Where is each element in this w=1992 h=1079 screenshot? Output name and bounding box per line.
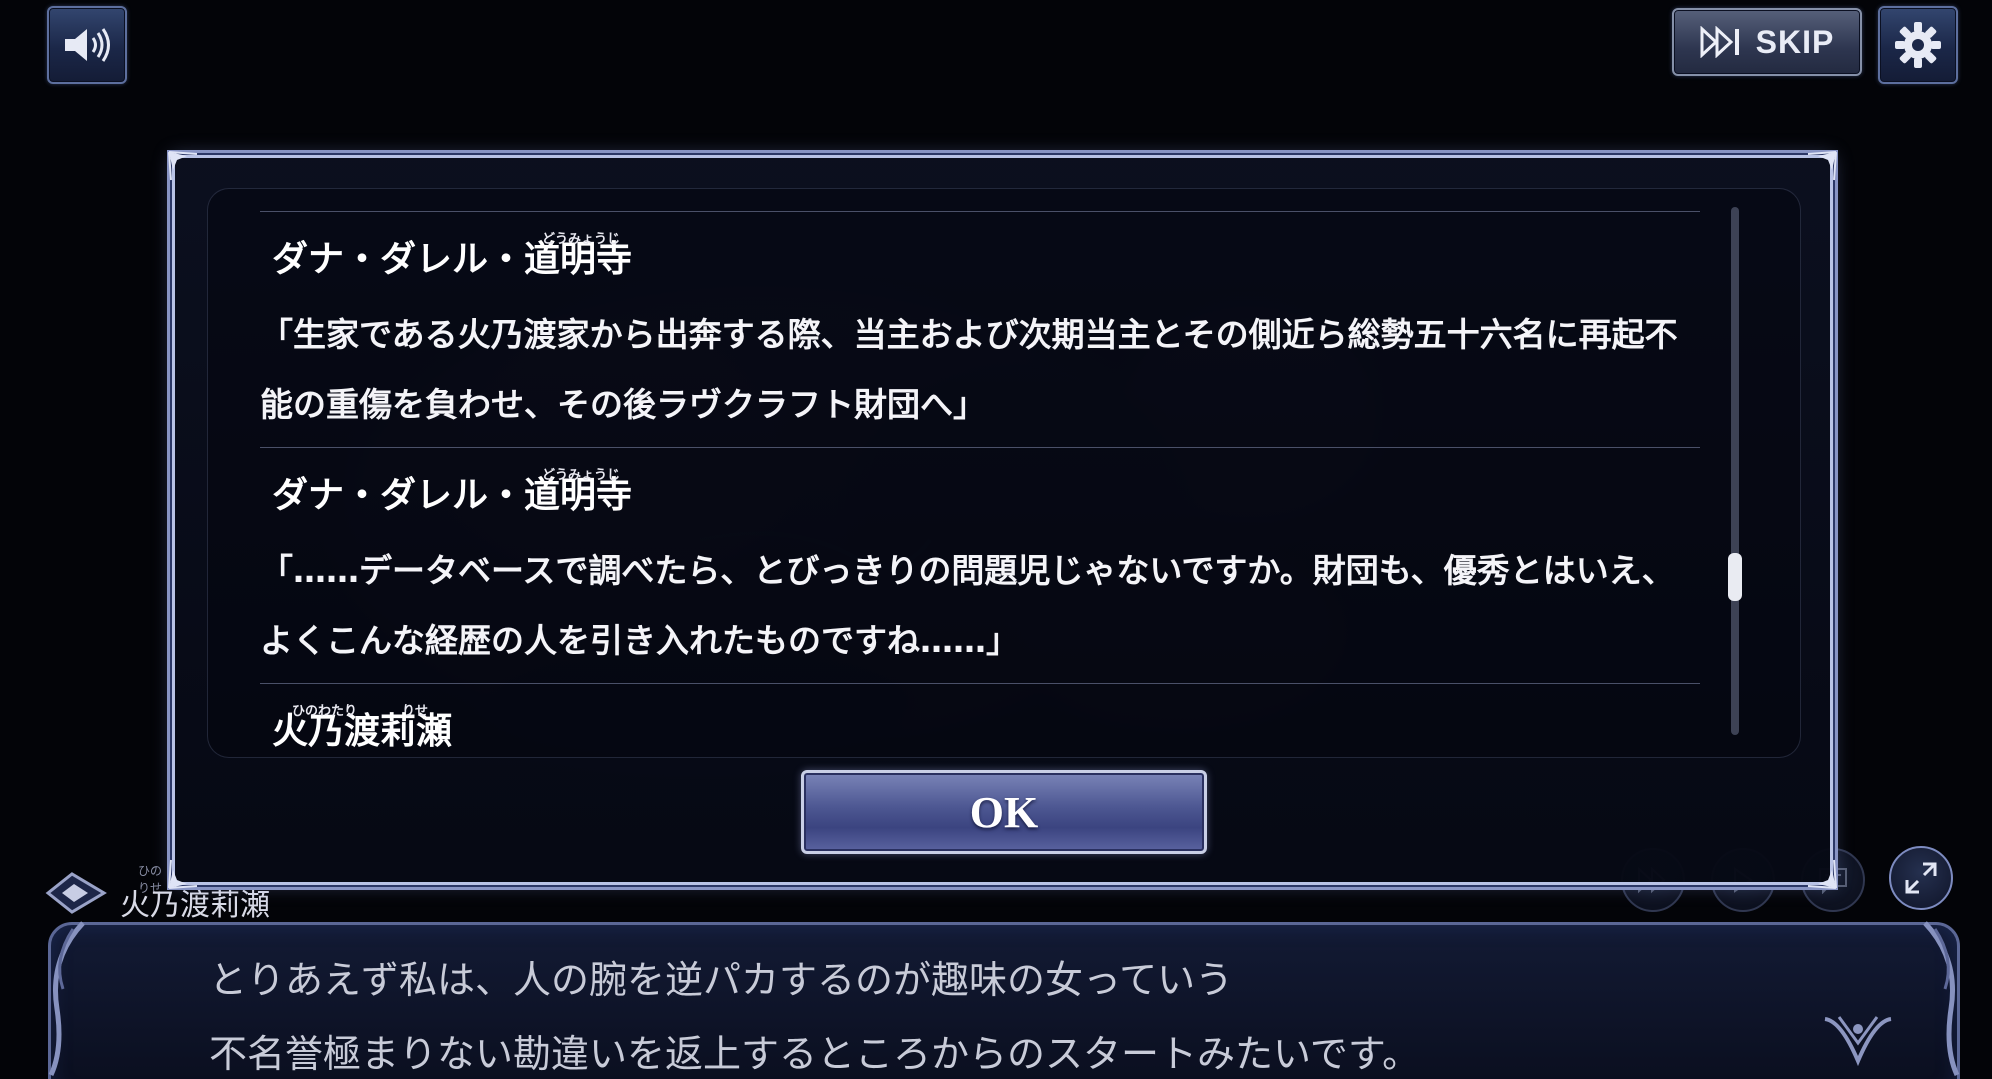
corner-ornament-icon (168, 151, 198, 181)
backlog-speaker: どうみょうじ ダナ・ダレル・道明寺 (272, 466, 632, 518)
backlog-entry: ひのわたり りせ 火乃渡莉瀬 (260, 683, 1700, 752)
backlog-text: 「生家である火乃渡家から出奔する際、当主および次期当主とその側近ら総勢五十六名に… (260, 315, 1678, 424)
fast-forward-icon (1700, 26, 1739, 58)
dialogue-line-1: とりあえず私は、人の腕を逆パカするのが趣味の女っていう (209, 958, 1234, 1002)
settings-button[interactable] (1878, 6, 1958, 84)
skip-label: SKIP (1755, 23, 1835, 60)
backlog-speaker: ひのわたり りせ 火乃渡莉瀬 (272, 702, 452, 754)
ok-button[interactable]: OK (801, 770, 1207, 854)
backlog-text: 「……データベースで調べたら、とびっきりの問題児じゃないですか。財団も、優秀とは… (260, 551, 1675, 660)
speaker-ruby: どうみょうじ (542, 232, 621, 247)
speaker-volume-icon (65, 28, 110, 62)
fullscreen-button[interactable] (1889, 846, 1953, 910)
gear-icon (1895, 22, 1941, 68)
corner-ornament-icon (1807, 151, 1837, 181)
speaker-ruby: りせ (402, 704, 429, 719)
corner-ornament-icon (1807, 859, 1837, 889)
backlog-modal: どうみょうじ ダナ・ダレル・道明寺 「生家である火乃渡家から出奔する際、当主およ… (168, 151, 1837, 889)
expand-icon (1905, 862, 1937, 894)
backlog-entry: どうみょうじ ダナ・ダレル・道明寺 「……データベースで調べたら、とびっきりの問… (260, 447, 1700, 683)
backlog-scrollbar[interactable] (1728, 207, 1742, 735)
backlog-scrollbar-thumb[interactable] (1728, 553, 1742, 601)
frame-ornament-left-icon (48, 921, 85, 1077)
backlog-panel[interactable]: どうみょうじ ダナ・ダレル・道明寺 「生家である火乃渡家から出奔する際、当主およ… (207, 188, 1801, 758)
skip-button[interactable]: SKIP (1672, 8, 1862, 76)
emblem-icon (1824, 1016, 1892, 1067)
volume-button[interactable] (47, 6, 127, 84)
backlog-list[interactable]: どうみょうじ ダナ・ダレル・道明寺 「生家である火乃渡家から出奔する際、当主およ… (260, 211, 1700, 752)
backlog-entry: どうみょうじ ダナ・ダレル・道明寺 「生家である火乃渡家から出奔する際、当主およ… (260, 211, 1700, 447)
dialogue-box[interactable]: とりあえず私は、人の腕を逆パカするのが趣味の女っていう 不名誉極まりない勘違いを… (48, 921, 1960, 1079)
speaker-ruby: どうみょうじ (542, 468, 621, 483)
speaker-ruby: ひのわたり (292, 704, 358, 719)
corner-ornament-icon (168, 859, 198, 889)
frame-ornament-right-icon (1923, 921, 1960, 1077)
diamond-marker-icon (45, 872, 107, 914)
dialogue-line-2: 不名誉極まりない勘違いを返上するところからのスタートみたいです。 (209, 1032, 1421, 1076)
backlog-speaker: どうみょうじ ダナ・ダレル・道明寺 (272, 230, 632, 282)
game-screen: SKIP ひの りせ 火乃渡莉瀬 とりあえず私は、人の腕を逆パカするのが趣味の女… (0, 0, 1992, 1079)
